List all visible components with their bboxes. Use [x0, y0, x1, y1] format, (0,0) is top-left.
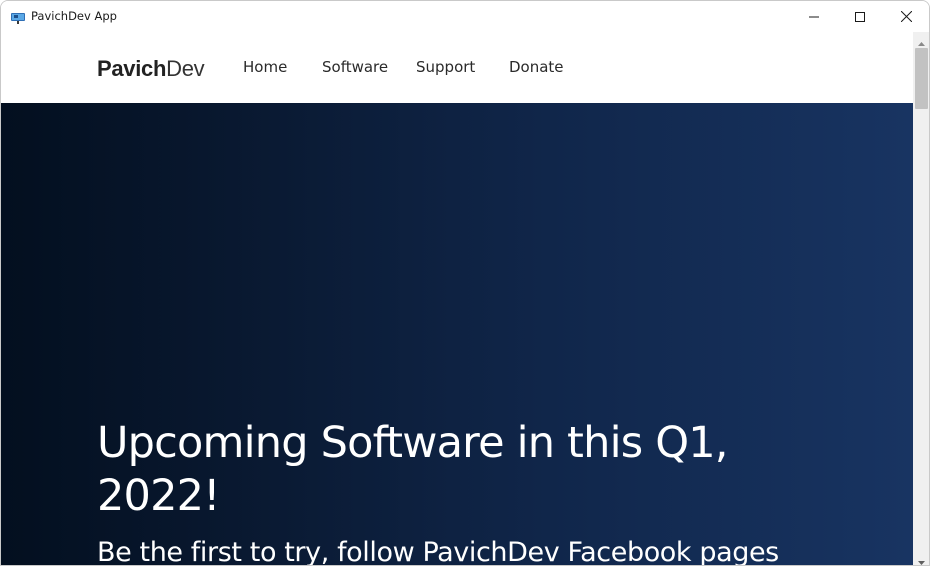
scroll-down-button[interactable] — [913, 550, 929, 566]
web-content: PavichDev Home Software Support Donate U… — [1, 32, 913, 566]
scroll-up-arrow-icon — [917, 31, 925, 50]
hero-banner: Upcoming Software in this Q1, 2022! Be t… — [1, 103, 913, 566]
vertical-scrollbar[interactable] — [913, 32, 929, 566]
logo-bold-text: Pavich — [97, 56, 167, 81]
minimize-button[interactable] — [791, 1, 837, 32]
scroll-up-button[interactable] — [913, 33, 929, 47]
site-logo[interactable]: PavichDev — [97, 56, 205, 82]
nav-link-software[interactable]: Software — [322, 58, 388, 76]
app-monitor-icon — [11, 10, 25, 24]
maximize-button[interactable] — [837, 1, 883, 32]
logo-light-text: Dev — [166, 56, 205, 81]
site-navbar: PavichDev Home Software Support Donate — [1, 32, 913, 103]
scrollbar-thumb[interactable] — [915, 48, 928, 109]
close-button[interactable] — [883, 1, 929, 32]
scroll-down-arrow-icon — [917, 550, 925, 566]
minimize-icon — [809, 7, 819, 26]
maximize-icon — [855, 7, 865, 26]
close-icon — [900, 7, 912, 26]
nav-link-support[interactable]: Support — [416, 58, 475, 76]
app-window: PavichDev App PavichDev Home Software Su… — [0, 0, 930, 566]
hero-subtitle: Be the first to try, follow PavichDev Fa… — [97, 537, 779, 566]
title-bar[interactable]: PavichDev App — [1, 1, 929, 32]
hero-title: Upcoming Software in this Q1, 2022! — [97, 418, 728, 521]
nav-link-donate[interactable]: Donate — [509, 58, 564, 76]
window-title: PavichDev App — [31, 9, 117, 23]
nav-link-home[interactable]: Home — [243, 58, 287, 76]
